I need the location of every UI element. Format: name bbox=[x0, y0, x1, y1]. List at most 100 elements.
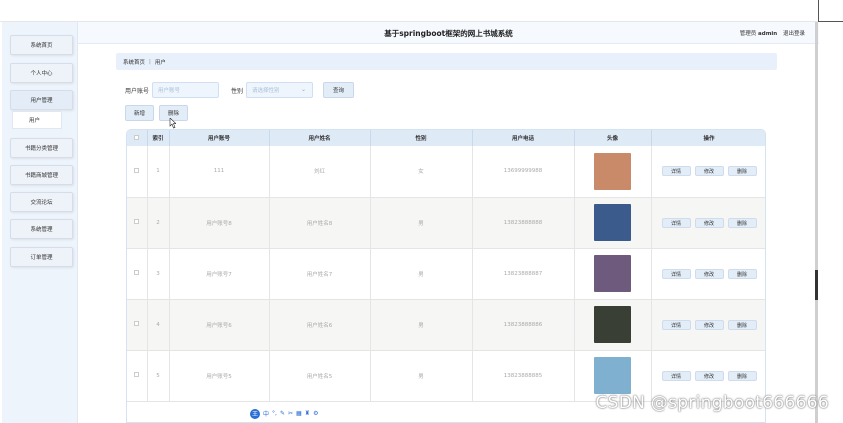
cell-name: 刘红 bbox=[269, 146, 371, 198]
column-header-avatar: 头像 bbox=[574, 130, 652, 146]
watermark: CSDN @springboot666666 bbox=[595, 393, 829, 413]
column-header-phone: 用户电话 bbox=[472, 130, 575, 146]
ime-handwriting-icon[interactable]: ✎ bbox=[280, 410, 285, 417]
breadcrumb: 系统首页 | 用户 bbox=[116, 53, 777, 70]
cell-index: 1 bbox=[147, 146, 170, 198]
scrollbar-thumb[interactable] bbox=[815, 270, 818, 300]
cell-account: 用户账号6 bbox=[169, 299, 270, 351]
header-select-all[interactable] bbox=[127, 130, 148, 146]
cell-account: 用户账号7 bbox=[169, 248, 270, 300]
column-header-index: 索引 bbox=[147, 130, 170, 146]
table-row: 2 用户账号8 用户姓名8 男 13823888888 详情 修改 删除 bbox=[127, 197, 765, 249]
cell-phone: 13823888886 bbox=[472, 299, 575, 351]
cell-actions: 详情 修改 删除 bbox=[651, 248, 765, 300]
scrollbar-track[interactable] bbox=[815, 22, 818, 423]
cell-avatar bbox=[574, 197, 652, 249]
avatar[interactable] bbox=[594, 306, 631, 343]
cell-phone: 13823888885 bbox=[472, 350, 575, 402]
user-table: 索引 用户账号 用户姓名 性别 用户电话 头像 操作 1 111 刘红女 136999… bbox=[126, 129, 766, 423]
page-title: 基于springboot框架的网上书城系统 bbox=[384, 29, 513, 38]
app-window: 系统首页 个人中心 用户管理 书籍分类管理 书籍商城管理 交流论坛 系统管理 订… bbox=[0, 0, 843, 423]
ime-scissors-icon[interactable]: ✂ bbox=[288, 410, 293, 417]
edit-button[interactable]: 修改 bbox=[694, 217, 724, 228]
gender-label: 性别 bbox=[231, 88, 244, 95]
delete-button[interactable]: 删除 bbox=[727, 268, 757, 279]
cell-avatar bbox=[574, 248, 652, 300]
edit-button[interactable]: 修改 bbox=[694, 166, 724, 177]
logout-link[interactable]: 退出登录 bbox=[783, 31, 805, 37]
column-header-gender: 性别 bbox=[370, 130, 473, 146]
cell-account: 用户账号8 bbox=[169, 197, 270, 249]
row-checkbox[interactable] bbox=[127, 146, 148, 198]
detail-button[interactable]: 详情 bbox=[661, 370, 691, 381]
delete-button[interactable]: 删除 bbox=[727, 370, 757, 381]
ime-settings-icon[interactable]: ⚙ bbox=[313, 410, 318, 417]
cell-index: 2 bbox=[147, 197, 170, 249]
user-name: admin bbox=[758, 31, 778, 37]
column-header-name: 用户姓名 bbox=[269, 130, 371, 146]
breadcrumb-home[interactable]: 系统首页 bbox=[123, 58, 145, 66]
add-button[interactable]: 新增 bbox=[125, 105, 154, 121]
cell-account: 用户账号5 bbox=[169, 350, 270, 402]
cell-account: 111 bbox=[169, 146, 270, 198]
sidebar-item-orders[interactable]: 订单管理 bbox=[10, 247, 73, 267]
column-header-account: 用户账号 bbox=[169, 130, 270, 146]
sidebar-item-home[interactable]: 系统首页 bbox=[10, 35, 73, 55]
cell-actions: 详情 修改 删除 bbox=[651, 197, 765, 249]
delete-button[interactable]: 删除 bbox=[727, 319, 757, 330]
account-label: 用户账号 bbox=[125, 88, 150, 95]
detail-button[interactable]: 详情 bbox=[661, 319, 691, 330]
detail-button[interactable]: 详情 bbox=[661, 268, 691, 279]
ime-toolbar: 王 中 °, ✎ ✂ ▦ ♜ ⚙ bbox=[250, 408, 318, 419]
ime-logo-icon[interactable]: 王 bbox=[250, 408, 260, 419]
detail-button[interactable]: 详情 bbox=[661, 166, 691, 177]
edit-button[interactable]: 修改 bbox=[694, 319, 724, 330]
header-user-area: 管理员 admin 退出登录 bbox=[740, 29, 805, 37]
sidebar-item-user-management[interactable]: 用户管理 bbox=[10, 90, 73, 110]
sidebar-item-forum[interactable]: 交流论坛 bbox=[10, 192, 73, 212]
account-search-input[interactable]: 用户账号 bbox=[152, 82, 219, 98]
detail-button[interactable]: 详情 bbox=[661, 217, 691, 228]
cell-actions: 详情 修改 删除 bbox=[651, 299, 765, 351]
cell-gender: 女 bbox=[370, 146, 473, 198]
table-header-row: 索引 用户账号 用户姓名 性别 用户电话 头像 操作 bbox=[127, 130, 765, 146]
ime-chinese-mode[interactable]: 中 bbox=[263, 409, 269, 418]
sidebar-subitem-user[interactable]: 用户 bbox=[12, 111, 62, 129]
cell-phone: 13823888888 bbox=[472, 197, 575, 249]
sidebar-item-system[interactable]: 系统管理 bbox=[10, 219, 73, 239]
sidebar-item-profile[interactable]: 个人中心 bbox=[10, 63, 73, 83]
sidebar-item-book-category[interactable]: 书籍分类管理 bbox=[10, 138, 73, 158]
cell-index: 4 bbox=[147, 299, 170, 351]
cell-phone: 13699999988 bbox=[472, 146, 575, 198]
cell-gender: 男 bbox=[370, 197, 473, 249]
sidebar-item-book-store[interactable]: 书籍商城管理 bbox=[10, 165, 73, 185]
avatar[interactable] bbox=[594, 204, 631, 241]
avatar[interactable] bbox=[594, 357, 631, 394]
ime-keyboard-icon[interactable]: ▦ bbox=[296, 410, 302, 417]
cell-phone: 13823888887 bbox=[472, 248, 575, 300]
gender-select[interactable]: 请选择性别 ⌄ bbox=[246, 82, 313, 98]
cell-name: 用户姓名8 bbox=[269, 197, 371, 249]
table-row: 4 用户账号6 用户姓名6 男 13823888886 详情 修改 删除 bbox=[127, 299, 765, 351]
cell-name: 用户姓名7 bbox=[269, 248, 371, 300]
row-checkbox[interactable] bbox=[127, 248, 148, 300]
cell-avatar bbox=[574, 146, 652, 198]
ime-punctuation-icon[interactable]: °, bbox=[272, 410, 277, 417]
ime-skin-icon[interactable]: ♜ bbox=[305, 410, 310, 417]
row-checkbox[interactable] bbox=[127, 350, 148, 402]
avatar[interactable] bbox=[594, 255, 631, 292]
edit-button[interactable]: 修改 bbox=[694, 268, 724, 279]
sidebar: 系统首页 个人中心 用户管理 书籍分类管理 书籍商城管理 交流论坛 系统管理 订… bbox=[2, 22, 78, 423]
edit-button[interactable]: 修改 bbox=[694, 370, 724, 381]
query-button[interactable]: 查询 bbox=[323, 82, 354, 98]
delete-button[interactable]: 删除 bbox=[727, 217, 757, 228]
mouse-pointer-icon bbox=[169, 118, 176, 129]
avatar[interactable] bbox=[594, 152, 631, 190]
delete-button[interactable]: 删除 bbox=[727, 166, 757, 177]
chevron-down-icon: ⌄ bbox=[300, 86, 306, 93]
row-checkbox[interactable] bbox=[127, 299, 148, 351]
cell-gender: 男 bbox=[370, 248, 473, 300]
row-checkbox[interactable] bbox=[127, 197, 148, 249]
table-row: 1 111 刘红女 13699999988 详情 修改 删除 bbox=[127, 146, 765, 198]
header: 基于springboot框架的网上书城系统 管理员 admin 退出登录 bbox=[78, 22, 819, 44]
